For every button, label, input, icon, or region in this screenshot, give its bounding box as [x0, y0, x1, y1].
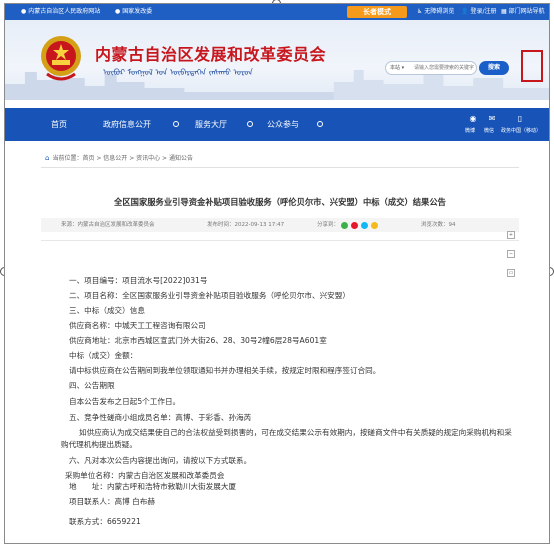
main-nav: 首页 政府信息公开 服务大厅 公众参与 ◉ 微博 ✉ 微信 ▯ 政务中国（移动） [5, 108, 549, 141]
view-count: 浏览次数：94 [421, 222, 456, 228]
nav-dropdown-indicator [317, 121, 323, 127]
body-line: 地 址：内蒙古呼和浩特市敕勒川大街发展大厦 [69, 482, 237, 491]
weibo-share-icon[interactable] [351, 222, 358, 229]
body-paragraph: 如供应商认为成交结果使自己的合法权益受到损害的，可在成交结果公示有效期内，按磋商… [61, 428, 512, 449]
breadcrumb: ⌂ 当前位置：首页 > 信息公开 > 资讯中心 > 通知公告 [45, 154, 193, 163]
grid-icon: ▦ [501, 8, 507, 15]
site-title: 内蒙古自治区发展和改革委员会 [95, 45, 327, 64]
gov-site-link[interactable]: ● 内蒙古自治区人民政府网站 [21, 7, 100, 17]
body-line: 三、中标（成交）信息 [69, 306, 145, 315]
nav-dropdown-indicator [247, 121, 253, 127]
breadcrumb-text[interactable]: 当前位置：首页 > 信息公开 > 资讯中心 > 通知公告 [52, 155, 193, 162]
wechat-share-icon[interactable] [341, 222, 348, 229]
login-link[interactable]: 👤 登录/注册 [461, 7, 497, 17]
site-header: 内蒙古自治区发展和改革委员会 ᠥᠪᠥᠷ ᠮᠣᠩᠭᠣᠯ ᠤᠨ ᠥᠪᠡᠷᠲᠡᠭᠡᠨ … [5, 20, 549, 100]
accessibility-icon: ♿ [417, 8, 423, 15]
user-icon: 👤 [461, 8, 469, 15]
body-line: 中标（成交）金额： [69, 351, 138, 360]
elder-mode-button[interactable]: 长者模式 [347, 6, 407, 18]
article-source: 来源：内蒙古自治区发展和改革委员会 [61, 222, 155, 228]
site-subtitle-mongolian: ᠥᠪᠥᠷ ᠮᠣᠩᠭᠣᠯ ᠤᠨ ᠥᠪᠡᠷᠲᠡᠭᠡᠨ ᠵᠠᠰᠠᠬᠤ ᠣᠷᠤᠨ [103, 68, 253, 77]
ndrc-link[interactable]: ● 国家发改委 [115, 7, 152, 17]
gov-emblem-icon: ● [115, 8, 121, 15]
nav-service-hall[interactable]: 服务大厅 [195, 108, 227, 141]
nav-home[interactable]: 首页 [51, 108, 67, 141]
article-title: 全区国家服务业引导资金补贴项目验收服务（呼伦贝尔市、兴安盟）中标（成交）结果公告 [114, 197, 446, 207]
nav-public-participation[interactable]: 公众参与 [267, 108, 299, 141]
page-frame: ● 内蒙古自治区人民政府网站 ● 国家发改委 长者模式 ♿ 无障碍浏览 👤 登录/注册 … [4, 3, 550, 544]
body-line: 供应商名称：中城天工工程咨询有限公司 [69, 321, 206, 330]
body-line: 供应商地址：北京市西城区宣武门外大街26、28、30号2幢6层28号A601室 [69, 336, 327, 345]
divider [41, 240, 519, 241]
article-meta: 来源：内蒙古自治区发展和改革委员会 发布时间：2022-09-13 17:47 … [41, 218, 519, 277]
mobile-icon[interactable]: ▯ [515, 114, 525, 124]
body-line: 项目联系人：高博 白布赫 [69, 497, 155, 506]
body-line: 请中标供应商在公告期间到我单位领取通知书并办理相关手续，按规定时限和程序签订合同… [69, 366, 381, 375]
body-line: 二、项目名称：全区国家服务业引导资金补贴项目验收服务（呼伦贝尔市、兴安盟） [69, 291, 350, 300]
red-seal-logo [521, 50, 543, 82]
article-controls: + − ▭ [505, 221, 519, 278]
top-bar: ● 内蒙古自治区人民政府网站 ● 国家发改委 长者模式 ♿ 无障碍浏览 👤 登录/注册 … [5, 4, 549, 20]
weibo-icon[interactable]: ◉ [468, 114, 478, 124]
font-decrease-button[interactable]: − [507, 250, 515, 258]
qzone-share-icon[interactable] [371, 222, 378, 229]
accessibility-link[interactable]: ♿ 无障碍浏览 [417, 7, 454, 17]
body-line: 六、凡对本次公告内容提出询问，请按以下方式联系。 [69, 456, 252, 465]
share-label: 分享到： [317, 222, 340, 228]
nav-gov-info[interactable]: 政府信息公开 [103, 108, 151, 141]
search-scope-select[interactable]: 本站 ▾ [390, 64, 404, 73]
body-line: 五、竞争性磋商小组成员名单：高博、于彩香、孙海芮 [69, 413, 252, 422]
qq-share-icon[interactable] [361, 222, 368, 229]
search-button[interactable]: 搜索 [479, 61, 509, 75]
wechat-icon[interactable]: ✉ [487, 114, 497, 124]
mobile-label: 政务中国（移动） [501, 128, 542, 134]
dept-portal-link[interactable]: ▦ 部门网站导航 [501, 7, 545, 17]
search-input[interactable] [414, 63, 474, 73]
publish-time: 发布时间：2022-09-13 17:47 [207, 222, 285, 228]
search-box: 本站 ▾ [385, 61, 477, 75]
home-icon: ⌂ [45, 154, 50, 162]
gov-emblem-icon: ● [21, 8, 27, 15]
nav-dropdown-indicator [173, 121, 179, 127]
body-line: 联系方式：6659221 [69, 517, 141, 526]
weibo-label: 微博 [465, 128, 476, 134]
body-line: 自本公告发布之日起5个工作日。 [69, 397, 181, 406]
body-line: 四、公告期限 [69, 381, 115, 390]
font-increase-button[interactable]: + [507, 231, 515, 239]
national-emblem-icon [41, 36, 81, 81]
divider [41, 167, 519, 168]
wechat-label: 微信 [484, 128, 495, 134]
body-line: 一、项目编号：项目流水号[2022]031号 [69, 276, 208, 285]
print-button[interactable]: ▭ [507, 269, 515, 277]
